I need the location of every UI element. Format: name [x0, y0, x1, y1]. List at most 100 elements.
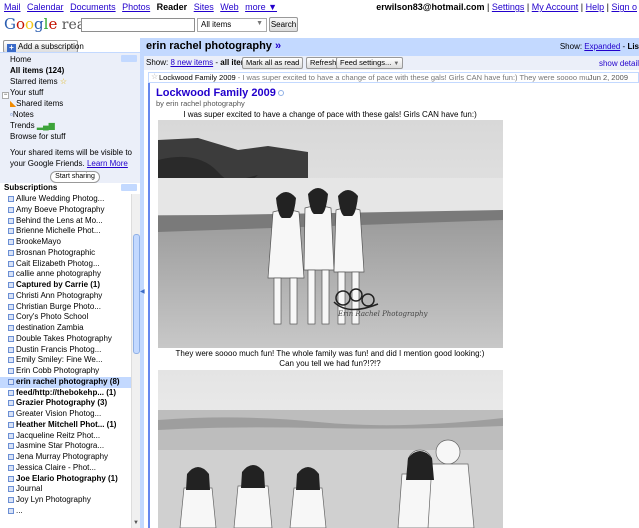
- show-details-link[interactable]: show detail: [599, 59, 639, 68]
- subscription-item[interactable]: Jacqueline Reitz Phot...: [0, 431, 131, 442]
- subscription-item[interactable]: Grazier Photography (3): [0, 398, 131, 409]
- feed-icon: [8, 454, 14, 460]
- subscription-item[interactable]: Christi Ann Photography: [0, 291, 131, 302]
- subscription-item[interactable]: Double Takes Photography: [0, 334, 131, 345]
- search-input[interactable]: [81, 18, 195, 32]
- feed-icon: [8, 314, 14, 321]
- subscription-label: Cory's Photo School: [16, 312, 89, 322]
- subscription-label: Cait Elizabeth Photog...: [16, 258, 100, 268]
- sidebar-splitter[interactable]: ◀: [140, 38, 145, 528]
- subscription-item[interactable]: Jasmine Star Photogra...: [0, 441, 131, 452]
- account-links: erwilson83@hotmail.com | Settings | My A…: [376, 2, 637, 12]
- nav-calendar[interactable]: Calendar: [27, 2, 64, 12]
- feed-icon: [8, 282, 14, 288]
- feed-icon: [8, 400, 14, 407]
- logo-letter: g: [34, 15, 44, 33]
- nav-documents[interactable]: Documents: [70, 2, 116, 12]
- help-link[interactable]: Help: [586, 2, 605, 12]
- subscription-item[interactable]: Journal: [0, 484, 131, 495]
- subscription-item-selected[interactable]: erin rachel photography (8): [0, 376, 131, 388]
- subscription-item[interactable]: Joe Elario Photography (1): [0, 474, 131, 485]
- subscription-item[interactable]: Christian Burge Photo...: [0, 302, 131, 313]
- search-scope-select[interactable]: All items ▼: [197, 18, 267, 32]
- mark-all-read-button[interactable]: Mark all as read: [242, 57, 304, 69]
- subscription-item[interactable]: Brosnan Photographic: [0, 248, 131, 259]
- feed-icon: [8, 346, 14, 353]
- expanded-view-link[interactable]: Expanded: [584, 42, 620, 51]
- subscription-item[interactable]: Greater Vision Photog...: [0, 409, 131, 420]
- feed-settings-button[interactable]: Feed settings... ▼: [336, 57, 404, 69]
- nav-your-stuff[interactable]: − Your stuff: [2, 88, 43, 99]
- learn-more-link[interactable]: Learn More: [87, 159, 128, 168]
- subscription-item[interactable]: ...: [0, 506, 131, 517]
- subscription-item[interactable]: feed/http://thebokehp... (1): [0, 388, 131, 399]
- subscription-item[interactable]: Erin Cobb Photography: [0, 366, 131, 377]
- entry-row[interactable]: ☆ Lockwood Family 2009 - I was super exc…: [148, 72, 639, 83]
- nav-mail[interactable]: Mail: [4, 2, 21, 12]
- panel-collapse-control[interactable]: [121, 55, 137, 62]
- nav-starred[interactable]: Starred items ☆: [10, 77, 67, 86]
- new-items-link[interactable]: 8 new items: [170, 58, 213, 67]
- collapse-minus-icon[interactable]: −: [2, 92, 9, 99]
- settings-link[interactable]: Settings: [492, 2, 525, 12]
- feed-icon: [8, 389, 14, 396]
- subscription-item[interactable]: Jena Murray Photography: [0, 452, 131, 463]
- star-icon[interactable]: ☆: [151, 72, 158, 81]
- nav-shared-items[interactable]: ◣Shared items: [10, 99, 63, 108]
- scrollbar-thumb[interactable]: [133, 234, 140, 354]
- subscription-label: Jena Murray Photography: [16, 452, 109, 461]
- subscription-item[interactable]: Dustin Francis Photog...: [0, 345, 131, 356]
- subscription-item[interactable]: Allure Wedding Photog...: [0, 194, 131, 205]
- subscription-item[interactable]: destination Zambia: [0, 323, 131, 334]
- search-scope-value: All items: [201, 20, 232, 29]
- nav-shared-label: Shared items: [16, 99, 64, 108]
- nav-your-stuff-label: Your stuff: [10, 88, 44, 97]
- subscription-label: Jasmine Star Photogra...: [16, 441, 105, 451]
- subscription-item[interactable]: Captured by Carrie (1): [0, 280, 131, 291]
- article-title[interactable]: Lockwood Family 2009: [156, 87, 284, 99]
- search-button[interactable]: Search: [269, 17, 298, 32]
- nav-trends[interactable]: Trends ▂▄▆: [10, 121, 55, 130]
- nav-home[interactable]: Home: [10, 55, 31, 64]
- feed-icon: [8, 357, 14, 364]
- entry-article: Lockwood Family 2009 by erin rachel phot…: [148, 83, 639, 528]
- sign-out-link[interactable]: Sign o: [611, 2, 637, 12]
- subscription-label: erin rachel photography (8): [16, 376, 120, 386]
- subscription-label: BrookeMayo: [16, 237, 61, 246]
- nav-photos[interactable]: Photos: [122, 2, 150, 12]
- my-account-link[interactable]: My Account: [532, 2, 579, 12]
- feed-title-text: erin rachel photography: [146, 40, 272, 52]
- scroll-down-icon[interactable]: ▼: [133, 520, 139, 526]
- subscription-item[interactable]: Heather Mitchell Phot... (1): [0, 420, 131, 431]
- subscription-item[interactable]: Cait Elizabeth Photog...: [0, 259, 131, 270]
- subscription-item[interactable]: Joy Lyn Photography: [0, 495, 131, 506]
- subscription-label: Jessica Claire - Phot...: [16, 462, 97, 472]
- subscription-item[interactable]: Brienne Michelle Phot...: [0, 226, 131, 237]
- feed-icon: [8, 411, 14, 417]
- nav-all-items[interactable]: All items (124): [10, 66, 64, 75]
- external-link-icon[interactable]: [277, 90, 284, 96]
- subscription-item[interactable]: Emily Smiley: Fine We...: [0, 355, 131, 366]
- nav-sites[interactable]: Sites: [194, 2, 214, 12]
- nav-trends-label: Trends: [10, 121, 35, 130]
- feed-title[interactable]: erin rachel photography »: [146, 40, 281, 52]
- nav-more[interactable]: more ▼: [245, 2, 277, 12]
- logo-letter: o: [15, 15, 26, 33]
- google-bar: Mail Calendar Documents Photos Reader Si…: [0, 0, 639, 14]
- subscription-item[interactable]: Behind the Lens at Mo...: [0, 216, 131, 227]
- list-view-link[interactable]: Lis: [627, 42, 639, 51]
- nav-browse[interactable]: Browse for stuff: [10, 132, 65, 141]
- nav-notes[interactable]: ▫Notes: [10, 110, 34, 119]
- subscriptions-scrollbar[interactable]: ▼: [131, 194, 140, 528]
- subscriptions-collapse-control[interactable]: [121, 184, 137, 191]
- subscription-item[interactable]: Cory's Photo School: [0, 312, 131, 323]
- collapse-arrow-icon[interactable]: ◀: [140, 288, 145, 295]
- nav-web[interactable]: Web: [220, 2, 238, 12]
- subscription-label: Captured by Carrie (1): [16, 280, 101, 289]
- subscription-item[interactable]: BrookeMayo: [0, 237, 131, 248]
- subscription-item[interactable]: callie anne photography: [0, 269, 131, 280]
- subscription-item[interactable]: Amy Boeve Photography: [0, 205, 131, 216]
- start-sharing-button[interactable]: Start sharing: [50, 171, 100, 183]
- star-icon: ☆: [59, 77, 67, 86]
- subscription-item[interactable]: Jessica Claire - Phot...: [0, 463, 131, 474]
